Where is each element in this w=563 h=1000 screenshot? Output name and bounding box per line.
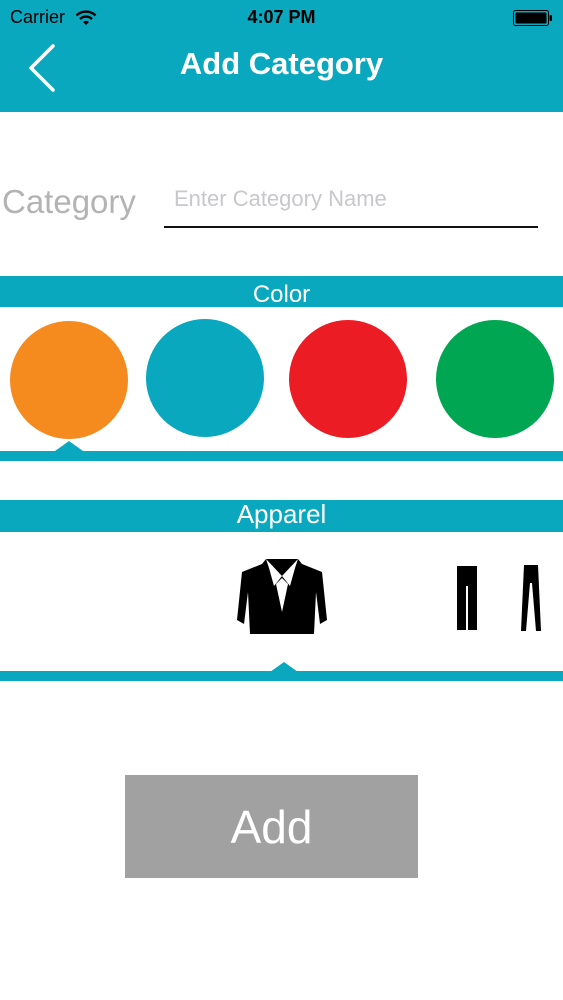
apparel-section-header: Apparel	[0, 500, 563, 532]
color-section-header: Color	[0, 276, 563, 308]
status-time: 4:07 PM	[247, 7, 316, 27]
category-label: Category	[2, 183, 136, 220]
color-swatch-green[interactable]	[436, 320, 554, 438]
app-header: Carrier 4:07 PM Add Category	[0, 0, 563, 112]
apparel-section-title: Apparel	[236, 499, 327, 529]
page-title: Add Category	[179, 46, 384, 81]
add-button[interactable]: Add	[125, 775, 418, 878]
color-swatch-teal[interactable]	[146, 319, 264, 437]
color-swatch-red[interactable]	[289, 320, 407, 438]
color-selection-indicator	[55, 441, 83, 451]
pants-icon[interactable]	[519, 563, 543, 633]
status-bar: Carrier 4:07 PM	[0, 0, 563, 36]
color-section-divider	[0, 451, 563, 461]
color-section-title: Color	[252, 281, 311, 308]
apparel-section-divider	[0, 671, 563, 681]
dress-icon[interactable]	[455, 564, 479, 632]
add-button-label: Add	[230, 800, 313, 853]
battery-icon	[513, 10, 552, 26]
color-swatch-orange[interactable]	[10, 321, 128, 439]
category-name-input[interactable]	[164, 172, 538, 228]
blazer-icon[interactable]	[236, 556, 328, 636]
